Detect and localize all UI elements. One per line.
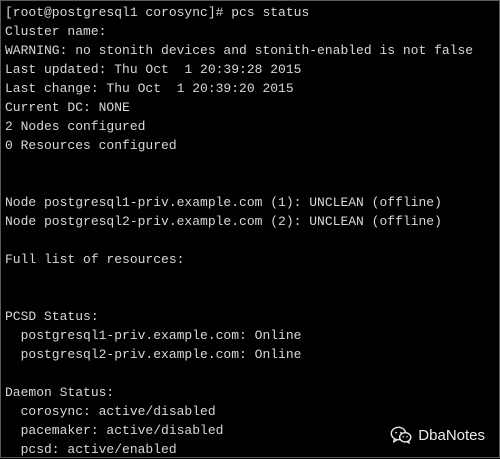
daemon-status-header-line: Daemon Status: [5,385,115,400]
corosync-status-line: corosync: active/disabled [5,404,216,419]
pcsd-status-header-line: PCSD Status: [5,309,99,324]
last-change-line: Last change: Thu Oct 1 20:39:20 2015 [5,81,294,96]
wechat-icon [390,426,412,444]
last-updated-line: Last updated: Thu Oct 1 20:39:28 2015 [5,62,302,77]
current-dc-line: Current DC: NONE [5,100,130,115]
cluster-name-line: Cluster name: [5,24,107,39]
warning-line: WARNING: no stonith devices and stonith-… [5,43,474,58]
terminal-output: [root@postgresql1 corosync]# pcs status … [5,3,499,459]
terminal-window[interactable]: [root@postgresql1 corosync]# pcs status … [0,0,500,458]
pcsd-node2-line: postgresql2-priv.example.com: Online [5,347,302,362]
nodes-configured-line: 2 Nodes configured [5,119,146,134]
watermark: DbaNotes [390,426,485,444]
pcsd-node1-line: postgresql1-priv.example.com: Online [5,328,302,343]
resources-configured-line: 0 Resources configured [5,138,177,153]
node1-status-line: Node postgresql1-priv.example.com (1): U… [5,195,442,210]
node2-status-line: Node postgresql2-priv.example.com (2): U… [5,214,442,229]
resources-header-line: Full list of resources: [5,252,185,267]
command-prompt-line: [root@postgresql1 corosync]# pcs status [5,5,310,20]
watermark-text: DbaNotes [418,426,485,444]
